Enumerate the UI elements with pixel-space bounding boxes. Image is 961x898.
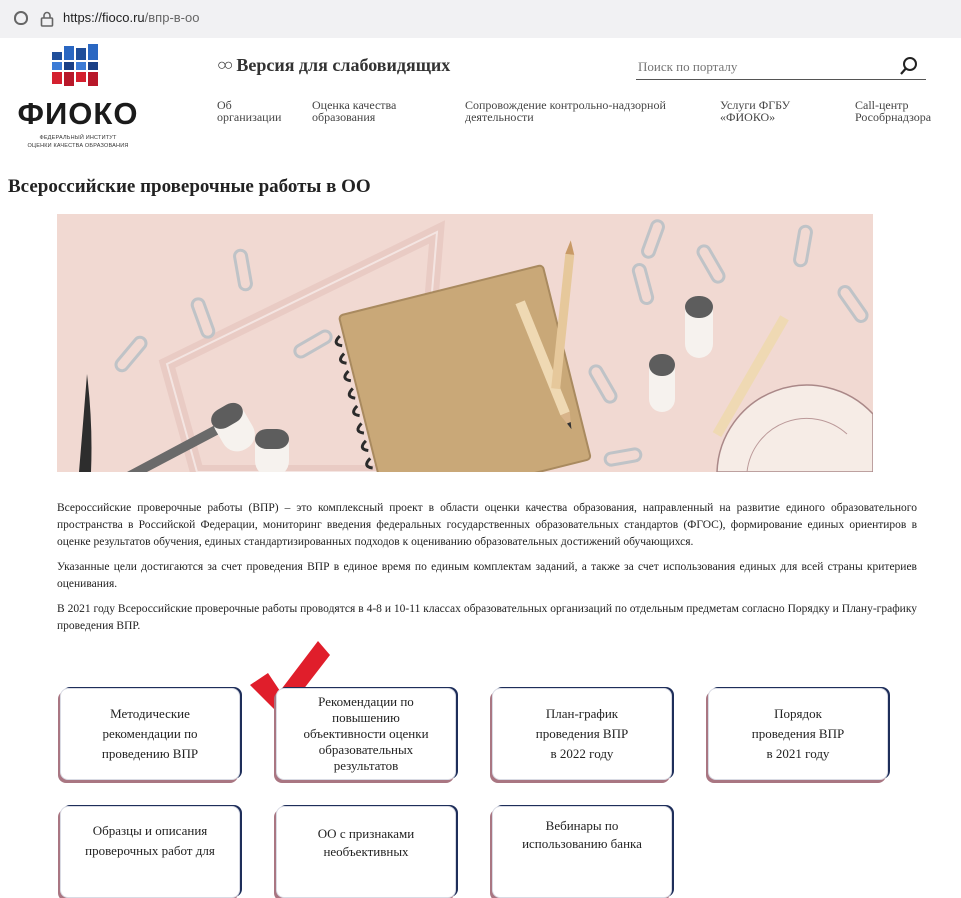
shield-icon[interactable] (14, 11, 28, 25)
search-input[interactable] (636, 57, 878, 75)
paragraph: Указанные цели достигаются за счет прове… (57, 561, 917, 590)
card-label: Вебинары по использованию банка (522, 818, 642, 851)
card-methodical-recommendations[interactable]: Методические рекомендации по проведению ВП… (60, 688, 240, 780)
browser-url-bar[interactable]: https://fioco.ru/впр-в-оо (0, 0, 961, 38)
intro-text: Всероссийские проверочные работы (ВПР) –… (57, 500, 917, 643)
lock-icon[interactable] (40, 11, 54, 27)
card-label: Методические рекомендации по проведению ВП… (101, 706, 199, 761)
card-biased-schools[interactable]: ОО с признаками необъективных (276, 806, 456, 898)
impaired-version-label: Версия для слабовидящих (236, 55, 451, 75)
logo-subtitle: ФЕДЕРАЛЬНЫЙ ИНСТИТУТ ОЦЕНКИ КАЧЕСТВА ОБР… (27, 135, 129, 149)
card-label: Образцы и описания проверочных работ для (85, 823, 215, 858)
nav-item-quality-assessment[interactable]: Оценка качества образования (312, 99, 396, 123)
card-procedure-2021[interactable]: Порядок проведения ВПР в 2021 году (708, 688, 888, 780)
url-text[interactable]: https://fioco.ru/впр-в-оо (63, 10, 199, 25)
card-webinars[interactable]: Вебинары по использованию банка (492, 806, 672, 898)
glasses-icon: ○○ (217, 56, 233, 74)
card-objectivity-recommendations[interactable]: Рекомендации по повышению объективности оц… (276, 688, 456, 780)
paragraph: В 2021 году Всероссийские проверочные ра… (57, 603, 917, 632)
card-label: Порядок проведения ВПР в 2021 году (751, 706, 845, 761)
search-icon[interactable] (898, 55, 920, 77)
search-bar (636, 57, 926, 80)
nav-item-control-support[interactable]: Сопровождение контрольно-надзорной деятел… (465, 99, 666, 123)
paragraph: Всероссийские проверочные работы (ВПР) –… (57, 502, 917, 548)
logo-emblem (52, 44, 98, 86)
card-label: Рекомендации по повышению объективности оц… (303, 694, 429, 773)
card-label: План-график проведения ВПР в 2022 году (535, 706, 629, 761)
hero-image (57, 214, 873, 472)
card-samples-descriptions[interactable]: Образцы и описания проверочных работ для (60, 806, 240, 898)
page-title: Всероссийские проверочные работы в ОО (8, 176, 371, 197)
stationery-illustration (57, 214, 873, 472)
nav-item-call-center[interactable]: Call-центр Рособрнадзора (855, 99, 931, 123)
impaired-version-link[interactable]: ○○ Версия для слабовидящих (217, 55, 450, 76)
card-label: ОО с признаками необъективных (317, 826, 415, 859)
main-navigation: Об организации Оценка качества образования… (0, 99, 961, 133)
nav-item-about[interactable]: Об организации (217, 99, 281, 123)
nav-item-services[interactable]: Услуги ФГБУ «ФИОКО» (720, 99, 790, 123)
card-schedule-2022[interactable]: План-график проведения ВПР в 2022 году (492, 688, 672, 780)
